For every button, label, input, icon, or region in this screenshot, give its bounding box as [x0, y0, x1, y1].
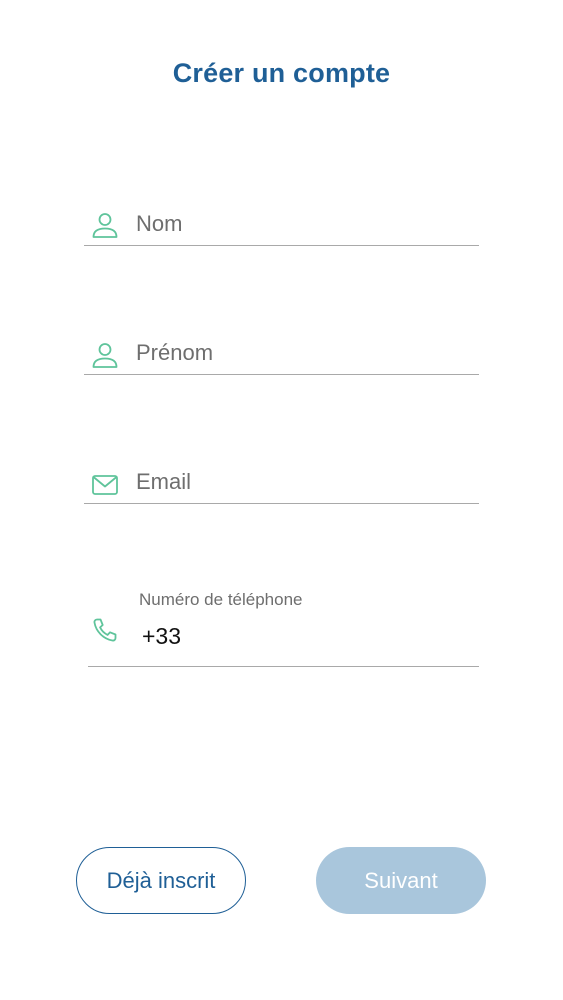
person-icon: [90, 340, 120, 370]
email-field[interactable]: [84, 460, 479, 504]
page-title: Créer un compte: [172, 58, 391, 88]
phone-input[interactable]: [142, 619, 475, 653]
nom-field[interactable]: [84, 200, 479, 246]
already-registered-button[interactable]: Déjà inscrit: [76, 847, 246, 914]
email-input[interactable]: [136, 466, 475, 498]
phone-label: Numéro de téléphone: [139, 590, 303, 609]
prenom-field[interactable]: [84, 330, 479, 375]
person-icon: [90, 210, 120, 240]
phone-icon: [90, 615, 120, 645]
next-button[interactable]: Suivant: [316, 847, 486, 914]
envelope-icon: [90, 470, 120, 500]
phone-field[interactable]: Numéro de téléphone: [88, 585, 479, 667]
prenom-input[interactable]: [136, 337, 475, 369]
nom-input[interactable]: [136, 208, 475, 240]
